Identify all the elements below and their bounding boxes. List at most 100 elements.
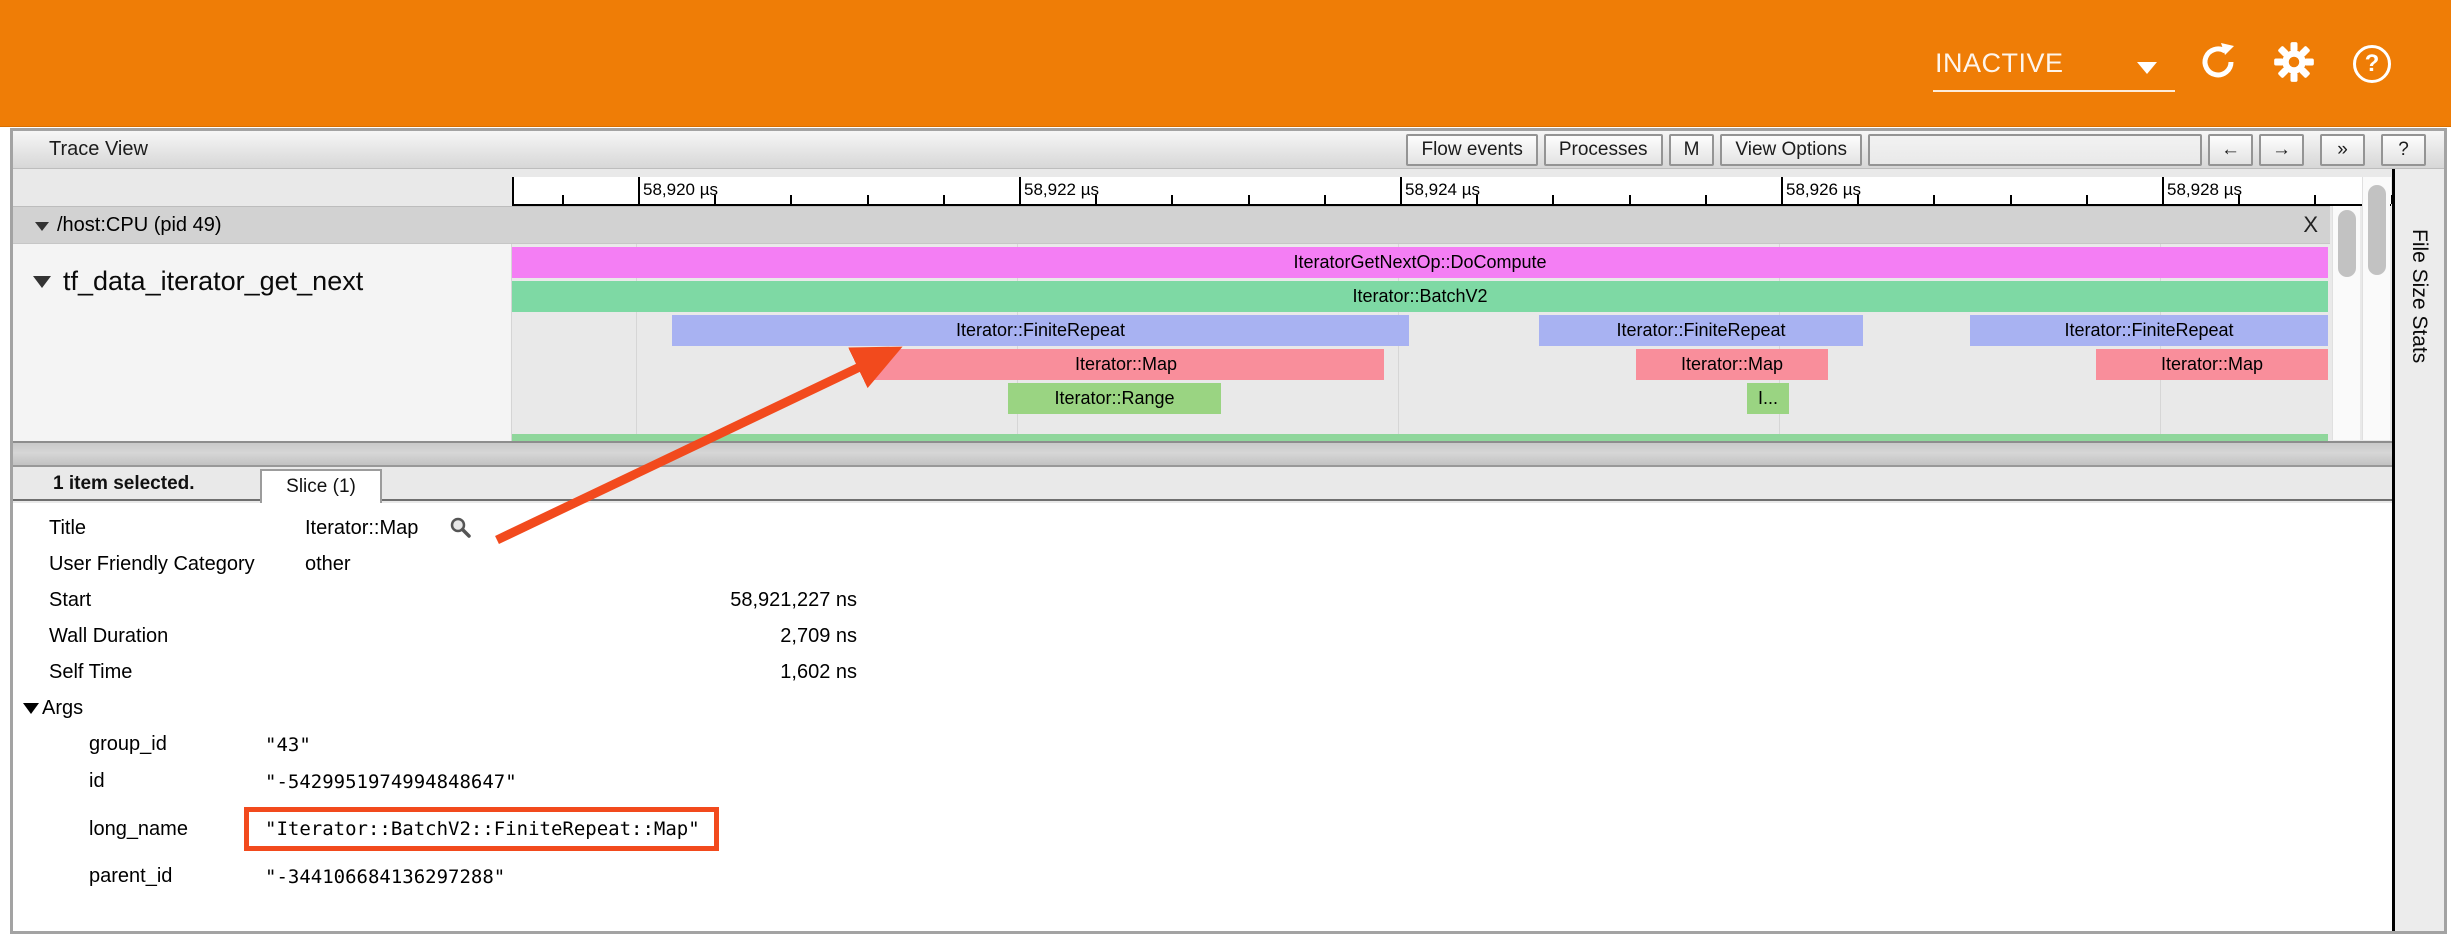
status-label: INACTIVE [1935, 48, 2064, 79]
find-next-button[interactable]: → [2259, 134, 2304, 166]
minor-tick [2238, 195, 2240, 204]
trace-slice-iterator-batchv2[interactable]: Iterator::BatchV2 [512, 281, 2328, 312]
tab-slice[interactable]: Slice (1) [260, 469, 382, 503]
refresh-button[interactable] [2196, 42, 2240, 86]
trace-slice-iterator-finiterepeat[interactable]: Iterator::FiniteRepeat [1970, 315, 2328, 346]
trace-bottom-strip[interactable] [512, 434, 2328, 441]
field-label-start: Start [13, 589, 305, 612]
track-expander-icon[interactable] [33, 276, 51, 288]
inner-scrollbar-track[interactable] [2332, 206, 2360, 440]
minor-tick [1552, 195, 1554, 204]
field-label-user-friendly-category: User Friendly Category [13, 553, 305, 576]
help-button[interactable]: ? [2350, 42, 2394, 86]
arg-row-parent-id: parent_id"-344106684136297288" [13, 858, 2392, 895]
toolbar-button-m[interactable]: M [1669, 134, 1715, 166]
arg-value-id: "-5429951974994848647" [265, 771, 517, 793]
args-label: Args [42, 697, 83, 720]
trace-slice-iterator-finiterepeat[interactable]: Iterator::FiniteRepeat [672, 315, 1409, 346]
detail-row-user-friendly-category: User Friendly Categoryother [13, 546, 2392, 582]
trace-slice-i[interactable]: I... [1747, 383, 1789, 414]
trace-view-title: Trace View [49, 138, 148, 161]
timeline-area: 58,920 µs58,922 µs58,924 µs58,926 µs58,9… [13, 169, 2444, 441]
field-value-user-friendly-category: other [305, 553, 351, 576]
trace-slice-label: I... [1758, 388, 1778, 408]
major-tick [1019, 177, 1021, 204]
minor-tick [1857, 195, 1859, 204]
toolbar-help-button[interactable]: ? [2381, 134, 2426, 166]
field-label-title: Title [13, 517, 305, 540]
selection-status: 1 item selected. [53, 473, 195, 495]
trace-slice-label: Iterator::FiniteRepeat [956, 320, 1125, 340]
trace-slice-iterator-range[interactable]: Iterator::Range [1008, 383, 1221, 414]
detail-row-wall-duration: Wall Duration2,709 ns [13, 618, 2392, 654]
trace-viewer: Trace View Flow eventsProcessesMView Opt… [10, 128, 2447, 934]
field-value-title: Iterator::Map [305, 517, 418, 540]
minor-tick [1705, 195, 1707, 204]
trace-slice-label: IteratorGetNextOp::DoCompute [1293, 252, 1546, 272]
trace-slice-iterator-map[interactable]: Iterator::Map [868, 349, 1384, 380]
field-value-self-time: 1,602 ns [305, 661, 857, 684]
more-options-button[interactable]: » [2320, 134, 2365, 166]
time-ruler[interactable]: 58,920 µs58,922 µs58,924 µs58,926 µs58,9… [512, 177, 2391, 206]
toolbar-button-processes[interactable]: Processes [1544, 134, 1663, 166]
settings-button[interactable] [2272, 42, 2316, 86]
minor-tick [1324, 195, 1326, 204]
major-tick [1400, 177, 1402, 204]
trace-slice-label: Iterator::FiniteRepeat [2064, 320, 2233, 340]
arg-value-group-id: "43" [265, 734, 311, 756]
minor-tick [2086, 195, 2088, 204]
refresh-icon [2198, 42, 2238, 87]
trace-slice-iterator-map[interactable]: Iterator::Map [1636, 349, 1828, 380]
tick-label: 58,924 µs [1405, 180, 1480, 200]
trace-slice-iterator-map[interactable]: Iterator::Map [2096, 349, 2328, 380]
find-input[interactable] [1868, 134, 2202, 166]
arg-value-long-name: "Iterator::BatchV2::FiniteRepeat::Map" [265, 818, 700, 840]
minor-tick [1629, 195, 1631, 204]
tick-label: 58,926 µs [1786, 180, 1861, 200]
outer-scrollbar-thumb[interactable] [2368, 185, 2386, 275]
trace-slice-iterator-finiterepeat[interactable]: Iterator::FiniteRepeat [1539, 315, 1863, 346]
field-label-wall-duration: Wall Duration [13, 625, 305, 648]
gear-icon [2273, 41, 2315, 88]
field-value-wall-duration: 2,709 ns [305, 625, 857, 648]
trace-slice-iteratorgetnextop-docompute[interactable]: IteratorGetNextOp::DoCompute [512, 247, 2328, 278]
file-size-stats-label: File Size Stats [2407, 229, 2431, 363]
track-label[interactable]: tf_data_iterator_get_next [63, 266, 363, 297]
panel-splitter[interactable] [13, 441, 2444, 467]
outer-scrollbar-track[interactable] [2362, 177, 2390, 440]
arg-row-id: id"-5429951974994848647" [13, 763, 2392, 800]
toolbar-button-flow-events[interactable]: Flow events [1406, 134, 1537, 166]
magnifier-icon[interactable] [448, 516, 472, 540]
process-expander-icon[interactable] [35, 222, 49, 231]
app-header: INACTIVE [0, 0, 2451, 127]
find-previous-button[interactable]: ← [2208, 134, 2253, 166]
args-section-header[interactable]: Args [13, 690, 2392, 726]
minor-tick [867, 195, 869, 204]
minor-tick [714, 195, 716, 204]
field-label-self-time: Self Time [13, 661, 305, 684]
major-tick [638, 177, 640, 204]
process-header-label[interactable]: /host:CPU (pid 49) [57, 214, 222, 237]
arg-key-long-name: long_name [13, 818, 265, 841]
arg-key-id: id [13, 770, 265, 793]
tick-label: 58,922 µs [1024, 180, 1099, 200]
minor-tick [2314, 195, 2316, 204]
minor-tick [1476, 195, 1478, 204]
status-dropdown[interactable]: INACTIVE [1933, 40, 2175, 92]
minor-tick [943, 195, 945, 204]
close-track-button[interactable]: X [2303, 212, 2318, 238]
detail-row-title: TitleIterator::Map [13, 510, 2392, 546]
tab-file-size-stats[interactable]: File Size Stats [2392, 169, 2444, 931]
minor-tick [562, 195, 564, 204]
minor-tick [1248, 195, 1250, 204]
process-header-row: /host:CPU (pid 49) X [13, 206, 2330, 244]
minor-tick [1933, 195, 1935, 204]
inner-scrollbar-thumb[interactable] [2338, 210, 2356, 277]
field-value-start: 58,921,227 ns [305, 589, 857, 612]
tick-label: 58,920 µs [643, 180, 718, 200]
status-dropdown-caret-icon [2137, 62, 2157, 74]
minor-tick [1095, 195, 1097, 204]
args-expander-icon [23, 703, 39, 714]
toolbar-button-view-options[interactable]: View Options [1720, 134, 1862, 166]
trace-slice-label: Iterator::Map [1681, 354, 1783, 374]
